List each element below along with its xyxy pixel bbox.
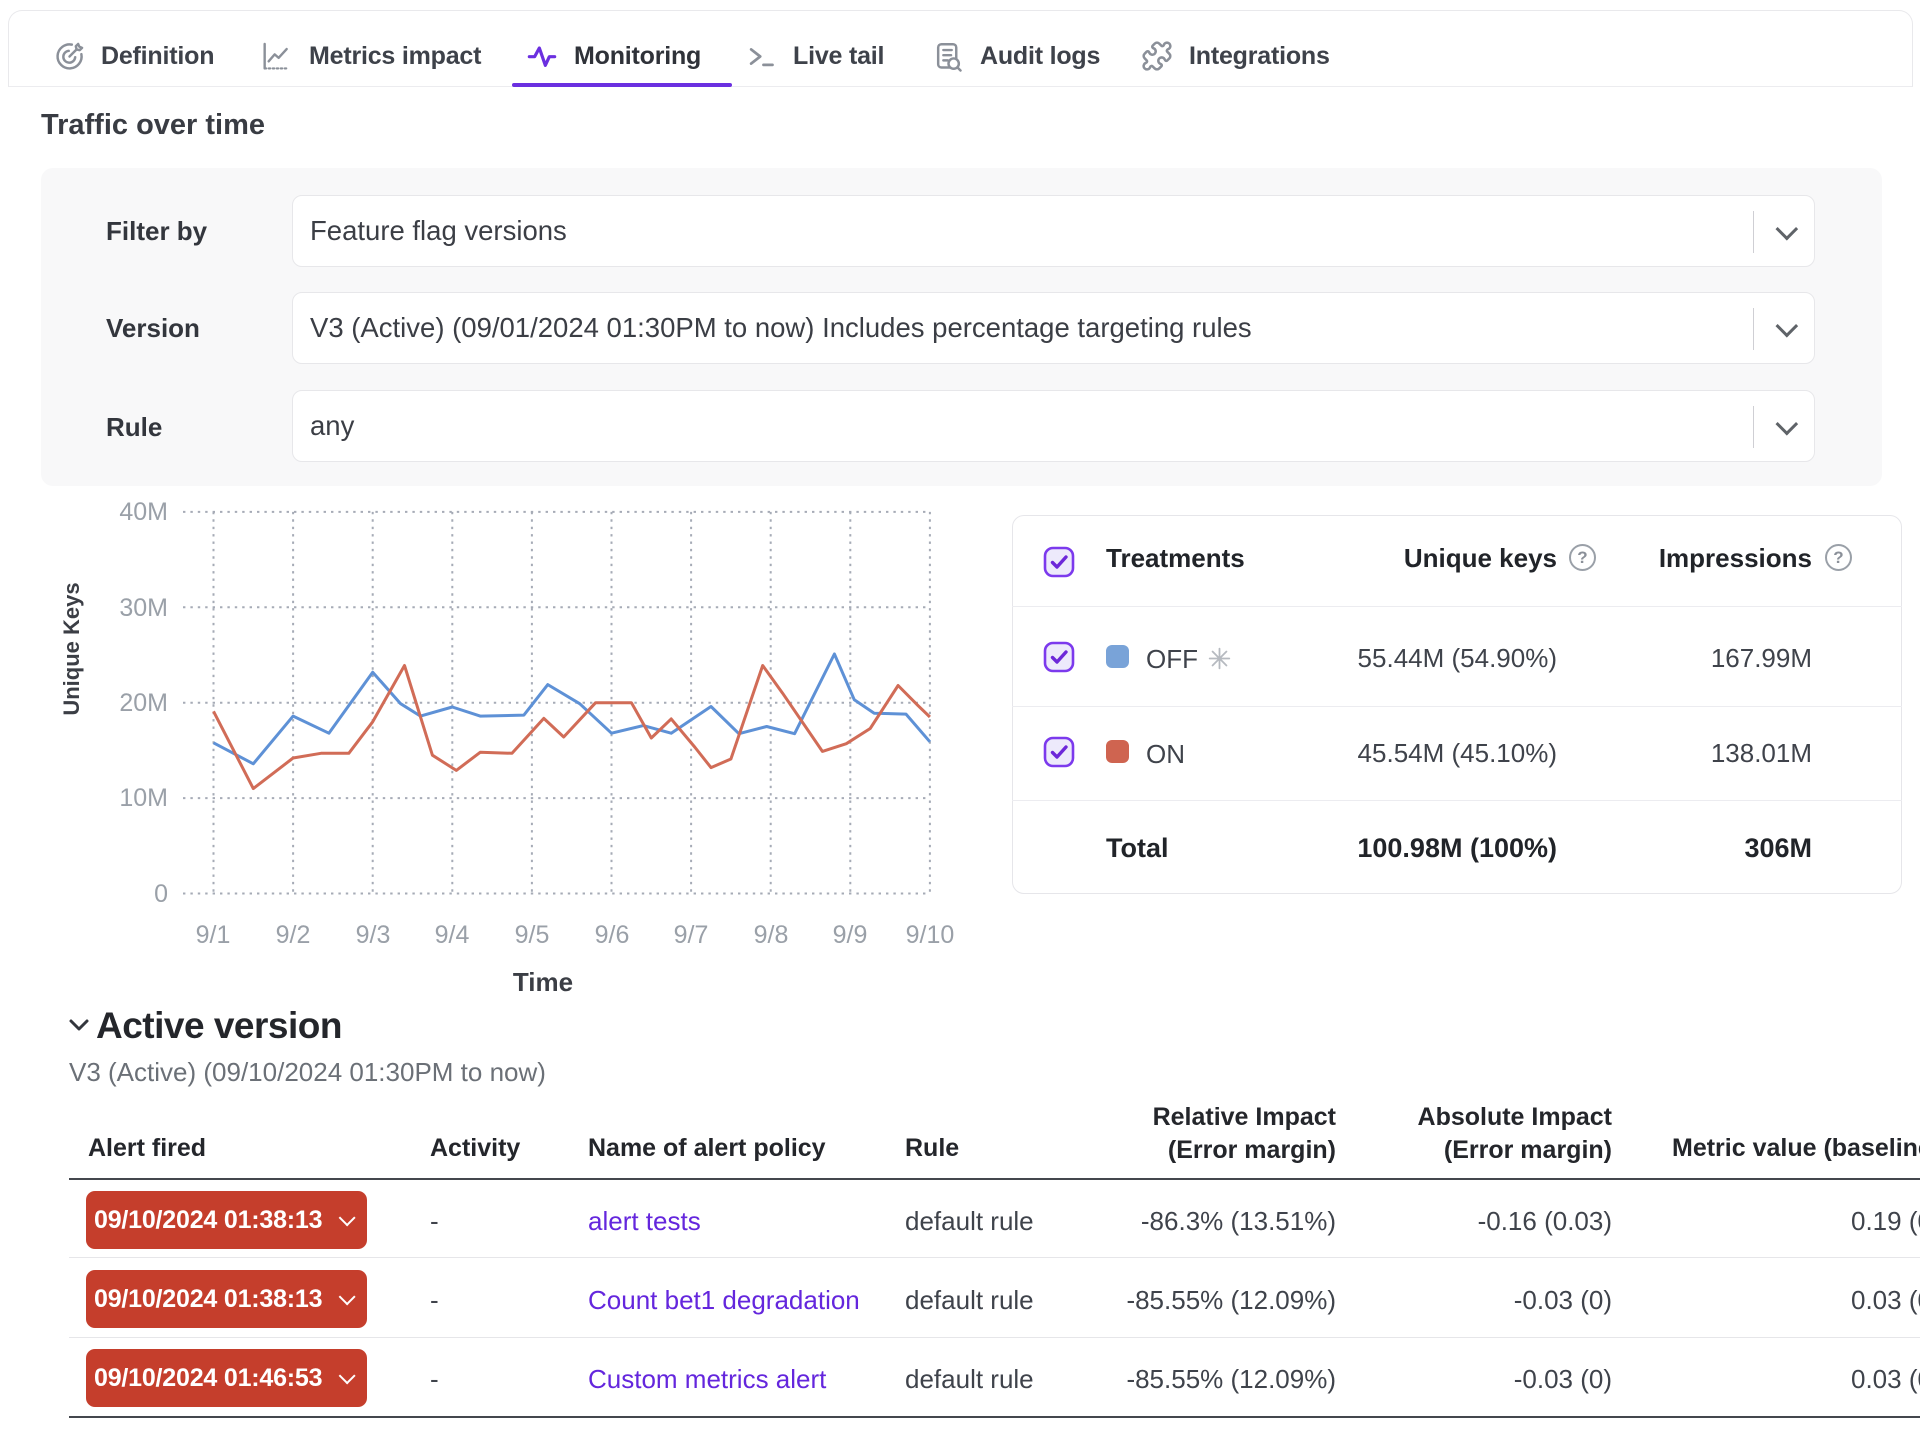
svg-text:9/2: 9/2 <box>276 921 311 949</box>
svg-text:9/7: 9/7 <box>674 921 709 949</box>
svg-text:9/5: 9/5 <box>515 921 550 949</box>
svg-text:9/6: 9/6 <box>595 921 630 949</box>
svg-text:Unique Keys: Unique Keys <box>59 582 84 715</box>
svg-text:20M: 20M <box>119 689 168 717</box>
svg-text:30M: 30M <box>119 594 168 622</box>
svg-text:9/1: 9/1 <box>196 921 231 949</box>
svg-text:9/9: 9/9 <box>833 921 868 949</box>
svg-text:10M: 10M <box>119 784 168 812</box>
svg-text:9/8: 9/8 <box>754 921 789 949</box>
svg-text:0: 0 <box>154 880 168 908</box>
svg-text:Time: Time <box>513 967 573 997</box>
svg-text:9/10: 9/10 <box>906 921 955 949</box>
svg-text:40M: 40M <box>119 498 168 526</box>
svg-text:9/4: 9/4 <box>435 921 470 949</box>
svg-text:9/3: 9/3 <box>356 921 391 949</box>
